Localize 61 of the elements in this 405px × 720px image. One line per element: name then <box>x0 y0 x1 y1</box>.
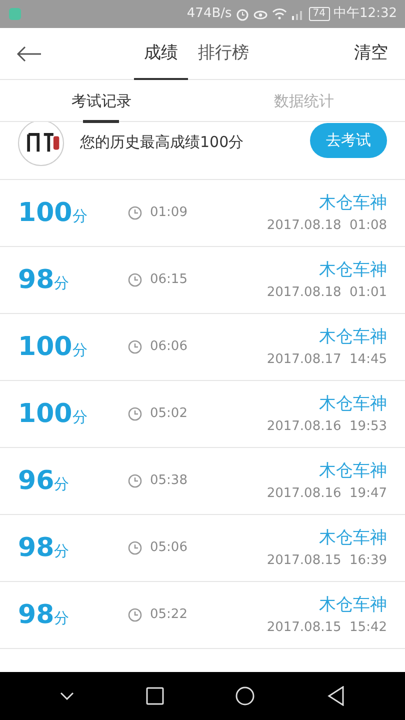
record-date: 2017.08.15 16:39 <box>266 552 387 570</box>
app-icon <box>8 7 22 21</box>
clock-icon <box>128 407 142 421</box>
score-unit: 分 <box>72 340 88 360</box>
user-name: 木仓车神 <box>319 192 387 214</box>
score-unit: 分 <box>54 272 70 294</box>
eye-icon <box>252 8 268 20</box>
record-date: 2017.08.16 19:53 <box>266 418 387 436</box>
alarm-icon <box>236 8 249 20</box>
duration: 05:22 <box>150 606 188 624</box>
record-date: 2017.08.16 19:47 <box>266 485 387 503</box>
duration: 05:38 <box>150 472 188 490</box>
tab[interactable]: 成绩 <box>134 28 188 80</box>
score: 98 <box>18 598 54 632</box>
record-date: 2017.08.15 15:42 <box>266 619 387 637</box>
user-name: 木仓车神 <box>319 526 387 550</box>
clear-button[interactable]: 清空 <box>353 40 389 68</box>
tab[interactable]: 排行榜 <box>188 28 259 80</box>
clock-icon <box>128 273 142 287</box>
user-name: 木仓车神 <box>319 258 387 282</box>
user-name: 木仓车神 <box>319 460 387 482</box>
duration: 06:15 <box>150 271 188 290</box>
score-unit: 分 <box>72 406 88 428</box>
clock-icon <box>128 206 142 220</box>
clock-icon <box>128 541 142 555</box>
user-name: 木仓车神 <box>319 594 387 616</box>
wifi-icon <box>272 8 287 20</box>
duration: 05:06 <box>150 539 188 558</box>
record-date: 2017.08.18 01:01 <box>266 284 387 302</box>
clock: 中午12:32 <box>334 5 397 24</box>
user-name: 木仓车神 <box>319 392 387 416</box>
clock-icon <box>128 340 142 354</box>
record-date: 2017.08.18 01:08 <box>266 217 387 235</box>
score: 98 <box>18 264 54 296</box>
recents-icon[interactable] <box>146 687 164 705</box>
score: 100 <box>18 330 72 364</box>
user-name: 木仓车神 <box>319 326 387 348</box>
back-nav-icon[interactable] <box>327 686 346 706</box>
clock-icon <box>128 608 142 622</box>
score: 98 <box>18 532 54 564</box>
hide-keyboard-icon[interactable] <box>60 692 74 700</box>
score: 100 <box>18 196 72 230</box>
battery-indicator: 74 <box>308 7 330 21</box>
score-unit: 分 <box>72 206 88 226</box>
network-speed: 474B/s <box>186 5 232 24</box>
duration: 05:02 <box>150 405 188 424</box>
logo-icon <box>18 122 64 166</box>
duration: 01:09 <box>150 204 188 222</box>
score: 96 <box>18 464 54 498</box>
score: 100 <box>18 398 72 430</box>
back-icon[interactable] <box>16 46 42 62</box>
score-unit: 分 <box>54 540 70 562</box>
duration: 06:06 <box>150 338 188 356</box>
clock-icon <box>128 474 142 488</box>
score-unit: 分 <box>54 608 70 628</box>
tab[interactable]: 考试记录 <box>65 80 138 122</box>
record-date: 2017.08.17 14:45 <box>266 351 387 369</box>
home-icon[interactable] <box>235 686 256 706</box>
signal-icon <box>290 8 305 20</box>
score-unit: 分 <box>54 474 70 494</box>
best-score-text: 您的历史最高成绩100分 <box>80 132 244 154</box>
